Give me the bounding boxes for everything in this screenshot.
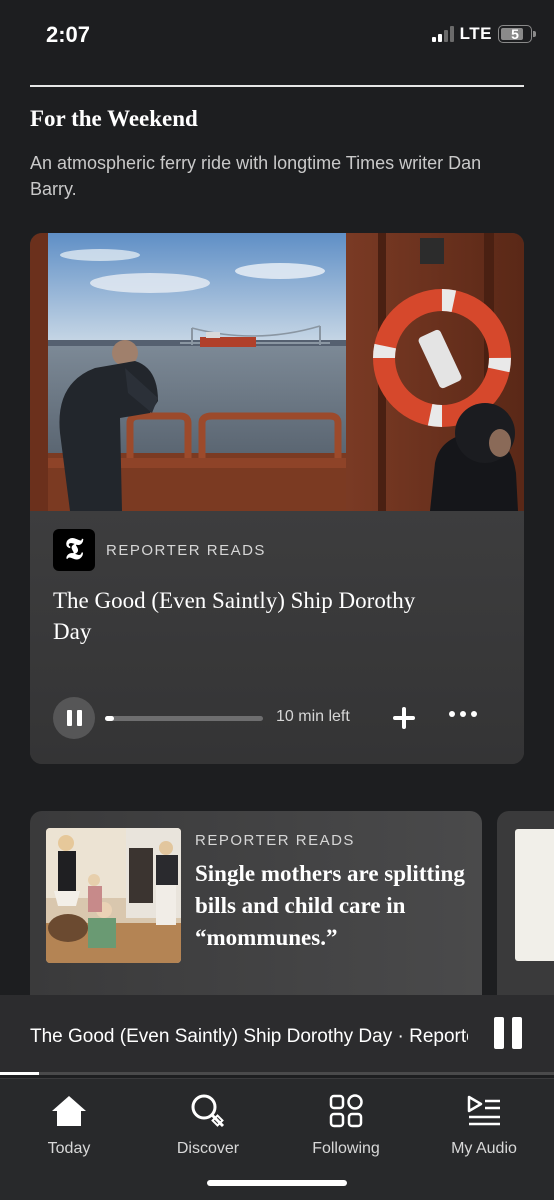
section-description: An atmospheric ferry ride with longtime … xyxy=(30,153,482,199)
home-icon xyxy=(52,1096,86,1126)
status-indicators: LTE 5 xyxy=(431,24,536,44)
featured-kicker: REPORTER READS xyxy=(106,542,266,559)
tab-today[interactable]: Today xyxy=(9,1091,129,1158)
section-divider xyxy=(30,85,524,87)
mini-player[interactable]: The Good (Even Saintly) Ship Dorothy Day… xyxy=(0,995,554,1075)
tab-following-label: Following xyxy=(312,1140,380,1157)
status-time: 2:07 xyxy=(46,22,91,47)
cellular-signal-icon xyxy=(431,26,454,42)
story-card-peek-image xyxy=(515,829,554,961)
add-to-queue-button[interactable] xyxy=(389,703,419,733)
featured-audio-card[interactable]: 𝕿 REPORTER READS The Good (Even Saintly)… xyxy=(30,233,524,764)
tab-discover[interactable]: Discover xyxy=(148,1091,268,1158)
tab-discover-label: Discover xyxy=(176,1140,240,1157)
mini-player-title[interactable]: The Good (Even Saintly) Ship Dorothy Day… xyxy=(30,1026,468,1048)
pause-bar-right xyxy=(76,710,82,726)
mini-pause-button[interactable] xyxy=(494,1017,522,1049)
network-type: LTE xyxy=(459,24,492,43)
battery-level: 5 xyxy=(511,26,519,42)
home-indicator xyxy=(207,1180,347,1186)
section-title: For the Weekend xyxy=(30,106,198,131)
pause-bar-left xyxy=(66,710,72,726)
time-left: 10 min left xyxy=(276,708,350,725)
playlist-icon xyxy=(467,1095,500,1126)
mini-player-progress xyxy=(0,1072,554,1075)
ferry-photo xyxy=(30,233,524,511)
story-kicker: REPORTER READS xyxy=(195,832,355,849)
search-icon xyxy=(191,1094,225,1128)
story-card-peek[interactable] xyxy=(497,811,554,1001)
tab-my-audio[interactable]: My Audio xyxy=(424,1091,544,1158)
featured-card-body: 𝕿 REPORTER READS The Good (Even Saintly)… xyxy=(30,511,524,764)
story-thumbnail xyxy=(46,828,181,963)
status-bar: 2:07 LTE 5 xyxy=(0,0,554,70)
audio-player-controls: 10 min left xyxy=(53,697,501,739)
playback-progress-fill xyxy=(105,716,115,721)
nyt-logo-icon: 𝕿 xyxy=(53,529,95,571)
playback-progress-bar[interactable] xyxy=(105,716,263,721)
pause-button[interactable] xyxy=(53,697,95,739)
tab-today-label: Today xyxy=(47,1140,91,1157)
grid-icon xyxy=(329,1094,363,1128)
mini-player-progress-fill xyxy=(0,1072,39,1075)
tab-my-audio-label: My Audio xyxy=(451,1140,517,1157)
story-headline[interactable]: Single mothers are splitting bills and c… xyxy=(195,858,475,954)
featured-headline[interactable]: The Good (Even Saintly) Ship Dorothy Day xyxy=(53,585,453,647)
more-options-button[interactable] xyxy=(449,711,477,717)
battery-icon: 5 xyxy=(498,25,536,43)
tab-following[interactable]: Following xyxy=(286,1091,406,1158)
story-card[interactable]: REPORTER READS Single mothers are splitt… xyxy=(30,811,482,1001)
